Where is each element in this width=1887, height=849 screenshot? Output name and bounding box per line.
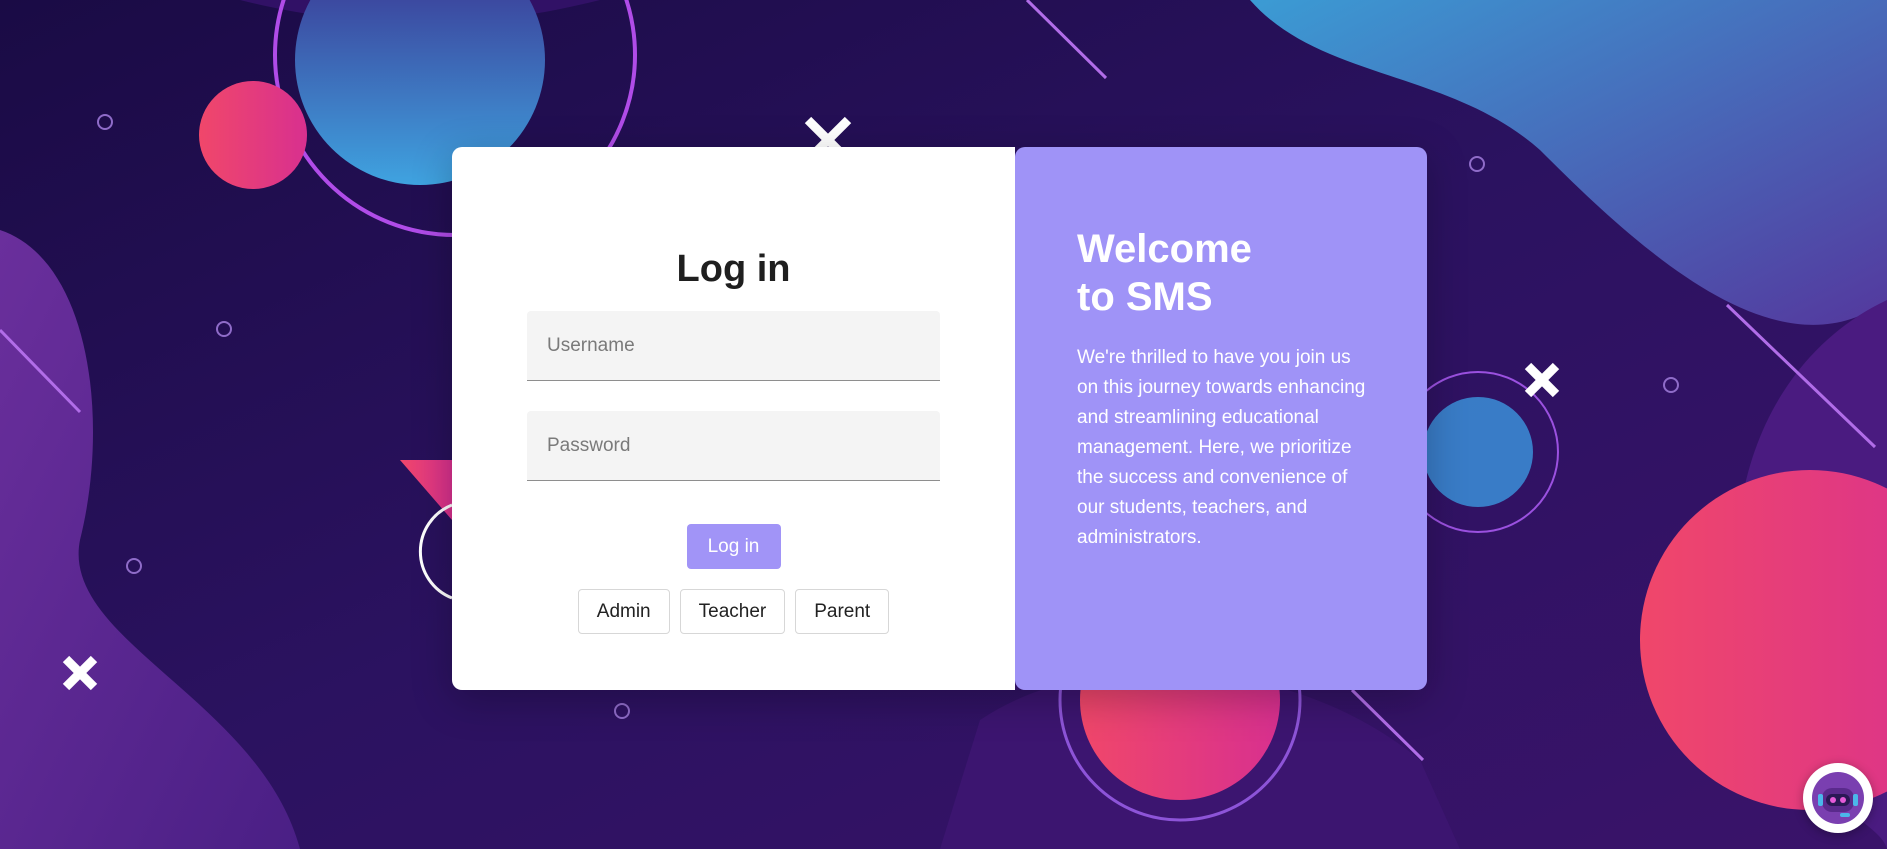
username-input[interactable] bbox=[527, 311, 940, 381]
role-button-teacher[interactable]: Teacher bbox=[679, 589, 786, 634]
welcome-title-line2: to SMS bbox=[1077, 275, 1213, 319]
login-card: Log in Log in Admin Teacher Parent Welco… bbox=[452, 147, 1427, 690]
role-button-parent[interactable]: Parent bbox=[795, 589, 890, 634]
robot-icon bbox=[1812, 772, 1864, 824]
role-button-admin[interactable]: Admin bbox=[577, 589, 670, 634]
role-selector: Admin Teacher Parent bbox=[577, 589, 890, 634]
login-title: Log in bbox=[676, 248, 791, 290]
welcome-text: We're thrilled to have you join us on th… bbox=[1077, 347, 1366, 548]
welcome-title: Welcome to SMS bbox=[1077, 225, 1367, 321]
welcome-title-line1: Welcome bbox=[1077, 227, 1252, 271]
password-input[interactable] bbox=[527, 411, 940, 481]
chatbot-button[interactable] bbox=[1803, 763, 1873, 833]
welcome-panel: Welcome to SMS We're thrilled to have yo… bbox=[1015, 147, 1427, 690]
login-panel: Log in Log in Admin Teacher Parent bbox=[452, 147, 1015, 690]
login-button[interactable]: Log in bbox=[686, 524, 781, 569]
